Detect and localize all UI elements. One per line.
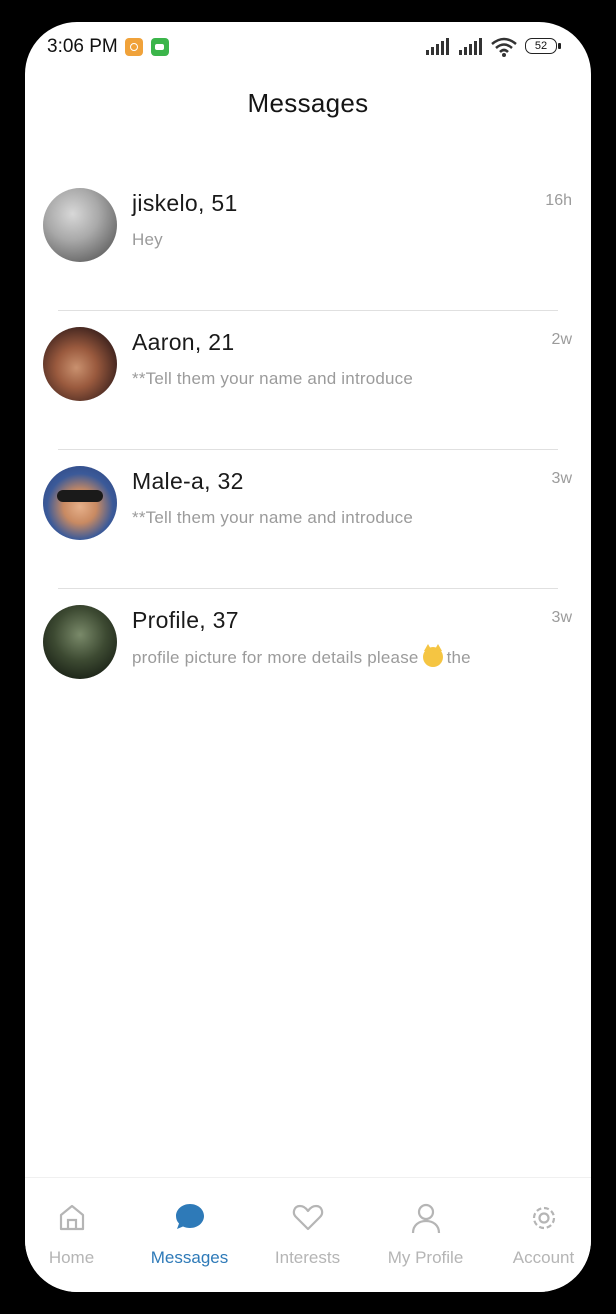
contact-name: Aaron, 21 xyxy=(132,329,235,355)
tab-account[interactable]: Account xyxy=(487,1178,591,1278)
contact-name: Profile, 37 xyxy=(132,607,239,633)
conversation-item[interactable]: Aaron, 21 **Tell them your name and intr… xyxy=(25,311,572,450)
tab-my-profile[interactable]: My Profile xyxy=(369,1178,482,1278)
message-time: 3w xyxy=(551,470,572,487)
cell-signal-icon xyxy=(426,38,454,55)
battery-icon: 52 xyxy=(525,38,561,54)
android-notification-icon xyxy=(151,38,169,56)
tab-messages[interactable]: Messages xyxy=(133,1178,246,1278)
message-time: 16h xyxy=(545,192,572,209)
contact-name: jiskelo, 51 xyxy=(132,190,238,216)
conversation-list: jiskelo, 51 Hey 16h Aaron, 21 **Tell the… xyxy=(25,172,591,728)
message-time: 3w xyxy=(551,609,572,626)
heart-icon xyxy=(292,1204,323,1231)
message-preview: Hey xyxy=(132,230,163,249)
tab-interests[interactable]: Interests xyxy=(251,1178,364,1278)
user-icon xyxy=(411,1203,440,1234)
page-title: Messages xyxy=(247,88,369,118)
conversation-item[interactable]: Profile, 37 profile picture for more det… xyxy=(25,589,572,728)
message-preview: **Tell them your name and introduce xyxy=(132,369,414,388)
tab-messages-label: Messages xyxy=(150,1248,229,1267)
message-preview-text: profile picture for more details please xyxy=(132,648,419,667)
status-bar: 3:06 PM 52 xyxy=(25,22,591,70)
phone-screen: 3:06 PM 52 Messages jiskelo, 51 Hey 16h … xyxy=(25,22,591,1292)
gear-icon xyxy=(532,1206,555,1230)
tab-my-profile-label: My Profile xyxy=(387,1248,464,1267)
home-icon xyxy=(59,1204,84,1231)
tab-home-label: Home xyxy=(48,1248,95,1267)
sunglasses-detail xyxy=(57,490,103,502)
avatar[interactable] xyxy=(43,466,117,540)
bottom-tab-bar: Home Messages Interests My Profile Accou… xyxy=(25,1177,591,1292)
tab-account-label: Account xyxy=(512,1248,575,1267)
notification-app-icon xyxy=(125,38,143,56)
message-preview: **Tell them your name and introduce xyxy=(132,508,414,527)
message-preview: profile picture for more details please t… xyxy=(132,644,471,668)
tab-interests-label: Interests xyxy=(274,1248,341,1267)
chat-bubble-icon xyxy=(175,1204,204,1229)
message-time: 2w xyxy=(551,331,572,348)
status-time: 3:06 PM xyxy=(47,36,118,57)
avatar[interactable] xyxy=(43,605,117,679)
cat-emoji-icon xyxy=(422,644,443,667)
tab-home[interactable]: Home xyxy=(25,1178,128,1278)
cell-signal-icon xyxy=(459,38,487,55)
avatar[interactable] xyxy=(43,188,117,262)
avatar[interactable] xyxy=(43,327,117,401)
contact-name: Male-a, 32 xyxy=(132,468,244,494)
message-preview-text: the xyxy=(446,648,471,667)
conversation-item[interactable]: jiskelo, 51 Hey 16h xyxy=(25,172,572,311)
conversation-item[interactable]: Male-a, 32 **Tell them your name and int… xyxy=(25,450,572,589)
wifi-icon xyxy=(491,37,517,57)
